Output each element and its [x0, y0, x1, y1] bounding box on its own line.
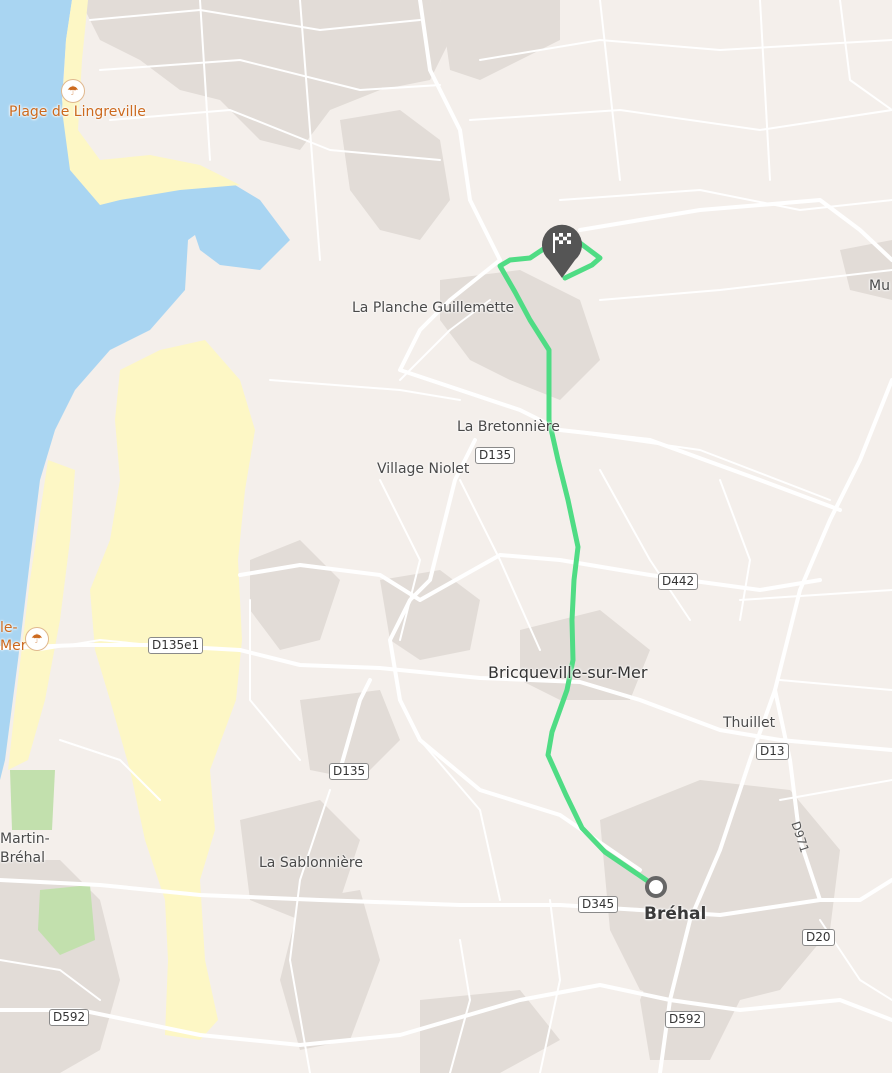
beach-umbrella-icon[interactable]: ☂	[61, 79, 85, 103]
place-label-martin-brehal-line1: Martin-	[0, 831, 50, 847]
place-label-plage-de-lingreville: Plage de Lingreville	[9, 104, 146, 120]
place-label-martin-brehal-line2: Bréhal	[0, 850, 46, 866]
checkered-flag-icon[interactable]	[539, 222, 585, 280]
road-shield-d345: D345	[578, 896, 619, 913]
start-circle-icon[interactable]	[645, 876, 667, 898]
map-canvas[interactable]: Plage de Lingreville ☂ le- Mer ☂ La Plan…	[0, 0, 892, 1073]
road-shield-d20: D20	[802, 929, 835, 946]
place-label-la-sablonniere: La Sablonnière	[259, 855, 363, 871]
place-label-brehal: Bréhal	[644, 904, 707, 924]
map-base-layer	[0, 0, 892, 1073]
place-label-la-planche-guillemette: La Planche Guillemette	[352, 300, 515, 316]
road-shield-d592-east: D592	[665, 1011, 706, 1028]
road-shield-d592-west: D592	[49, 1009, 90, 1026]
place-label-edge-mer: Mer	[0, 638, 27, 654]
place-label-bricqueville-sur-mer: Bricqueville-sur-Mer	[488, 663, 648, 682]
road-shield-d135e1: D135e1	[148, 637, 204, 654]
place-label-village-niolet: Village Niolet	[377, 461, 470, 477]
road-shield-d135-south: D135	[329, 763, 370, 780]
place-label-thuillet: Thuillet	[723, 715, 776, 731]
beach-umbrella-icon[interactable]: ☂	[25, 627, 49, 651]
place-label-la-bretonniere: La Bretonnière	[457, 419, 560, 435]
road-shield-d135: D135	[475, 447, 516, 464]
place-label-edge-mu: Mu	[869, 278, 890, 294]
place-label-edge-le: le-	[0, 620, 18, 636]
road-shield-d13: D13	[756, 743, 789, 760]
road-shield-d442: D442	[658, 573, 699, 590]
